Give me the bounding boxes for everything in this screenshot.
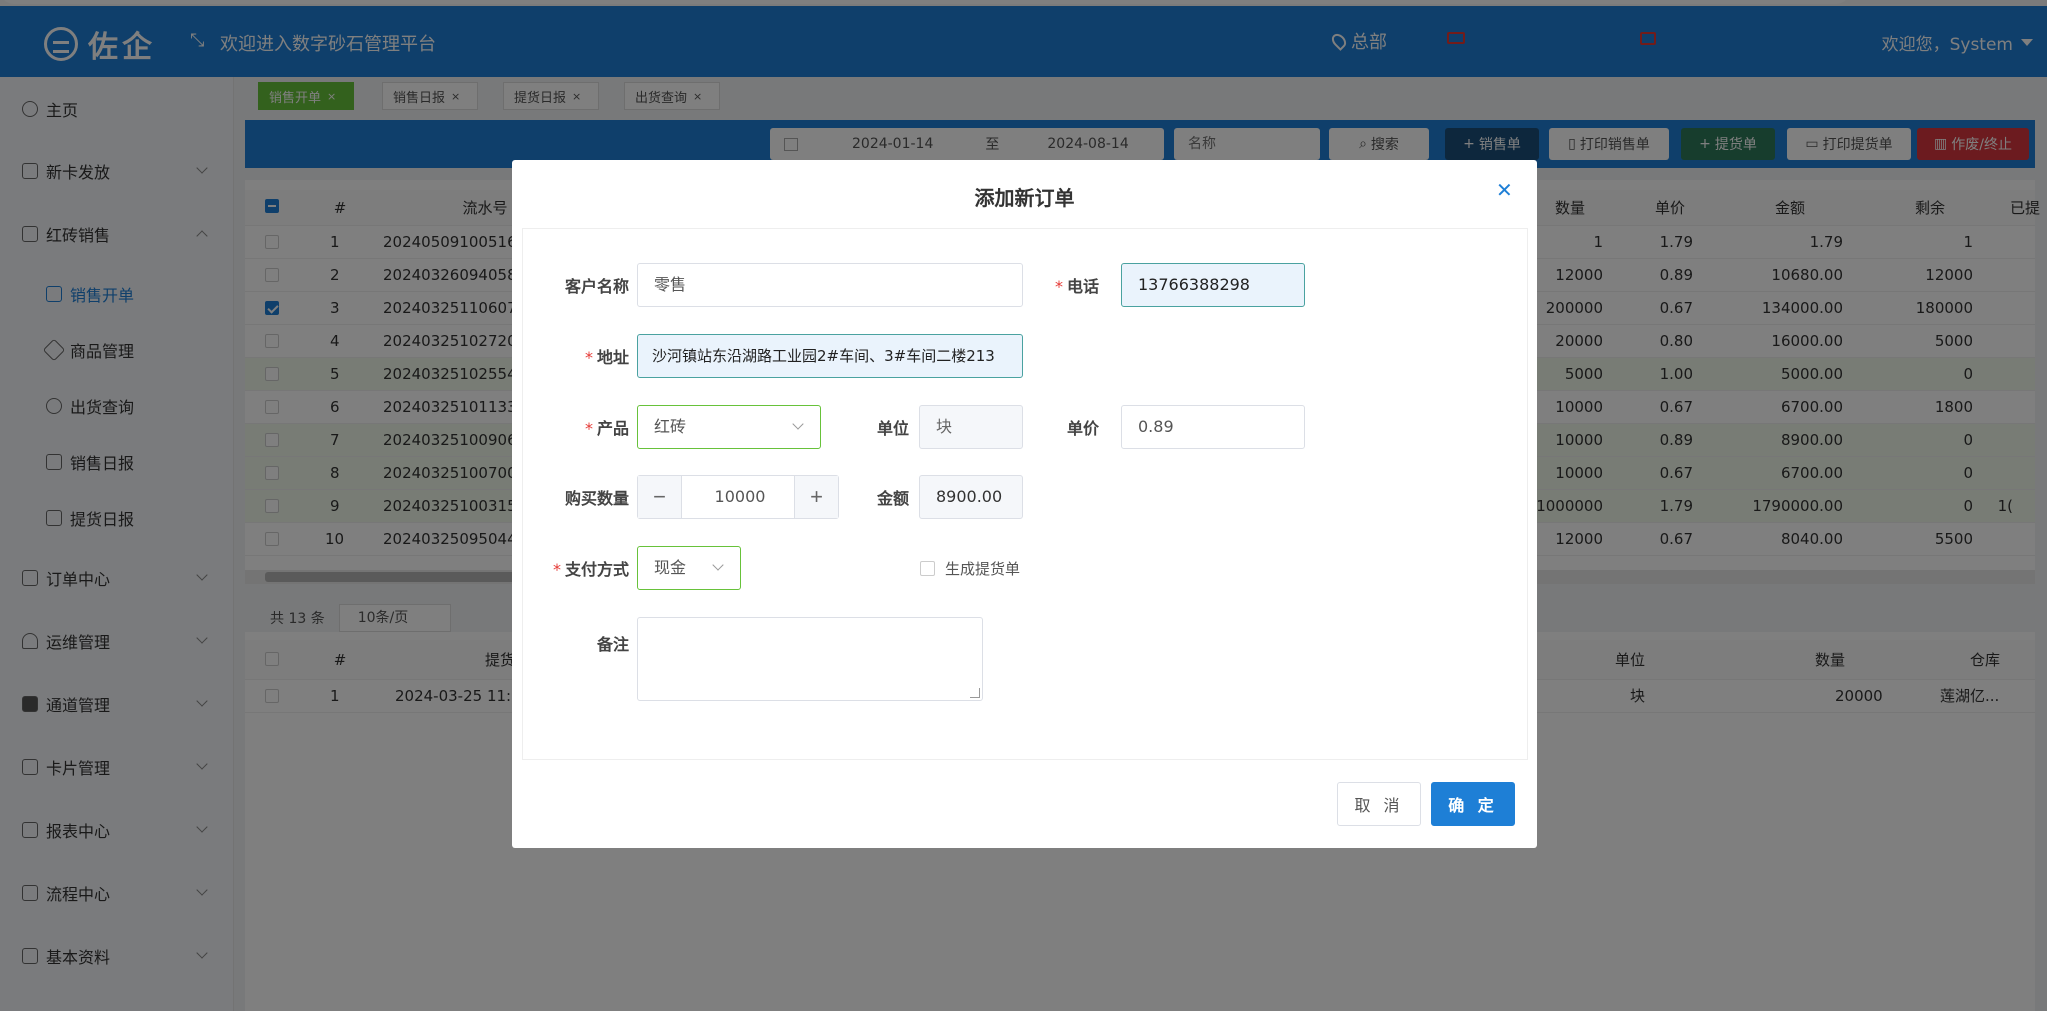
quantity-value[interactable]: 10000 (682, 476, 798, 518)
close-icon[interactable]: ✕ (1496, 178, 1513, 203)
customer-label: 客户名称 (564, 277, 629, 296)
product-label: * 产品 (584, 419, 629, 438)
generate-pickup-label: 生成提货单 (945, 560, 1021, 578)
phone-input[interactable]: 13766388298 (1121, 263, 1305, 307)
unit-price-input[interactable]: 0.89 (1121, 405, 1305, 449)
amount-label: 金额 (876, 489, 909, 508)
increment-button[interactable]: + (794, 476, 838, 518)
payment-select[interactable]: 现金 (637, 546, 741, 590)
product-value: 红砖 (654, 417, 687, 436)
customer-input[interactable]: 零售 (637, 263, 1023, 307)
add-order-dialog: 添加新订单 ✕ 客户名称 零售 * 电话 13766388298 * 地址 沙河镇站… (512, 160, 1537, 848)
amount-input: 8900.00 (919, 475, 1023, 519)
quantity-label: 购买数量 (564, 489, 629, 508)
unit-label: 单位 (876, 419, 909, 438)
product-select[interactable]: 红砖 (637, 405, 821, 449)
payment-value: 现金 (654, 558, 687, 577)
phone-label: * 电话 (1054, 277, 1099, 296)
remark-label: 备注 (596, 635, 629, 654)
quantity-stepper: − 10000 + (637, 475, 839, 519)
order-form: 客户名称 零售 * 电话 13766388298 * 地址 沙河镇站东沿湖路工业园2… (522, 228, 1528, 760)
unit-input: 块 (919, 405, 1023, 449)
confirm-button[interactable]: 确 定 (1431, 782, 1515, 826)
remark-textarea[interactable] (637, 617, 983, 701)
unit-price-label: 单价 (1066, 419, 1099, 438)
decrement-button[interactable]: − (638, 476, 682, 518)
resize-handle[interactable] (970, 688, 980, 698)
chevron-down-icon (792, 418, 804, 430)
chevron-down-icon (712, 559, 724, 571)
payment-label: * 支付方式 (552, 560, 629, 579)
address-input[interactable]: 沙河镇站东沿湖路工业园2#车间、3#车间二楼213 (637, 334, 1023, 378)
cancel-button[interactable]: 取 消 (1337, 782, 1421, 826)
address-label: * 地址 (584, 348, 629, 367)
dialog-title: 添加新订单 (974, 186, 1075, 210)
generate-pickup-checkbox[interactable] (920, 561, 935, 576)
